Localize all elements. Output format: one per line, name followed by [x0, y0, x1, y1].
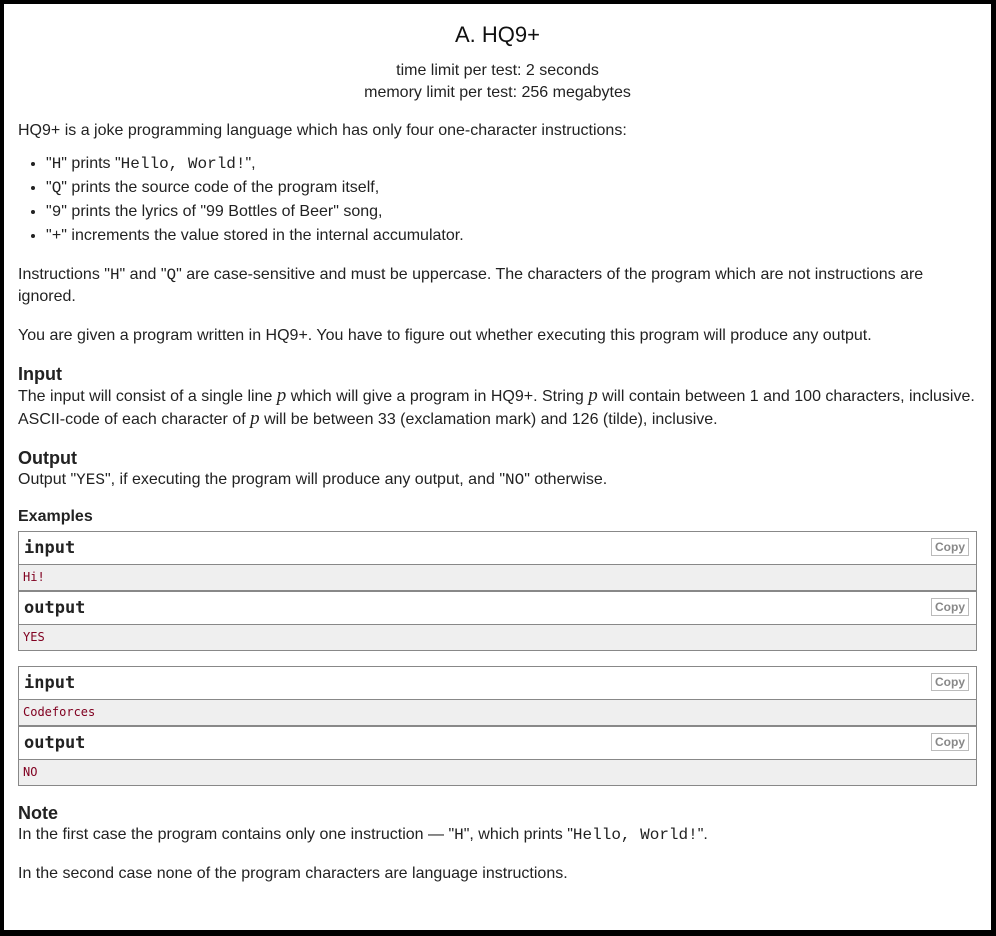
input-heading: Input	[18, 364, 62, 384]
example-output: YES	[19, 625, 976, 650]
input-label: input	[24, 673, 76, 693]
instruction-list: "H" prints "Hello, World!", "Q" prints t…	[18, 152, 977, 248]
output-heading: Output	[18, 448, 77, 468]
list-item: "9" prints the lyrics of "99 Bottles of …	[46, 200, 977, 224]
intro: HQ9+ is a joke programming language whic…	[18, 122, 627, 139]
input-spec: The input will consist of a single line …	[18, 385, 975, 429]
input-label: input	[24, 538, 76, 558]
examples-heading: Examples	[18, 508, 93, 525]
output-spec: Output "YES", if executing the program w…	[18, 471, 608, 489]
example-1: input Copy Hi! output Copy YES	[18, 531, 977, 651]
copy-button[interactable]: Copy	[931, 733, 969, 751]
copy-button[interactable]: Copy	[931, 538, 969, 556]
problem-statement: A. HQ9+ time limit per test: 2 seconds m…	[4, 4, 991, 930]
note-2: In the second case none of the program c…	[18, 865, 568, 882]
list-item: "H" prints "Hello, World!",	[46, 152, 977, 176]
memory-limit: memory limit per test: 256 megabytes	[364, 84, 631, 101]
list-item: "+" increments the value stored in the i…	[46, 224, 977, 248]
paragraph-case: Instructions "H" and "Q" are case-sensit…	[18, 266, 924, 305]
problem-title: A. HQ9+	[455, 22, 540, 47]
paragraph-task: You are given a program written in HQ9+.…	[18, 327, 872, 344]
note-1: In the first case the program contains o…	[18, 826, 708, 844]
output-label: output	[24, 733, 86, 753]
example-2: input Copy Codeforces output Copy NO	[18, 666, 977, 786]
note-heading: Note	[18, 803, 58, 823]
list-item: "Q" prints the source code of the progra…	[46, 176, 977, 200]
example-output: NO	[19, 760, 976, 785]
output-label: output	[24, 598, 86, 618]
copy-button[interactable]: Copy	[931, 673, 969, 691]
copy-button[interactable]: Copy	[931, 598, 969, 616]
example-input: Codeforces	[19, 700, 976, 727]
example-input: Hi!	[19, 565, 976, 592]
time-limit: time limit per test: 2 seconds	[396, 62, 599, 79]
